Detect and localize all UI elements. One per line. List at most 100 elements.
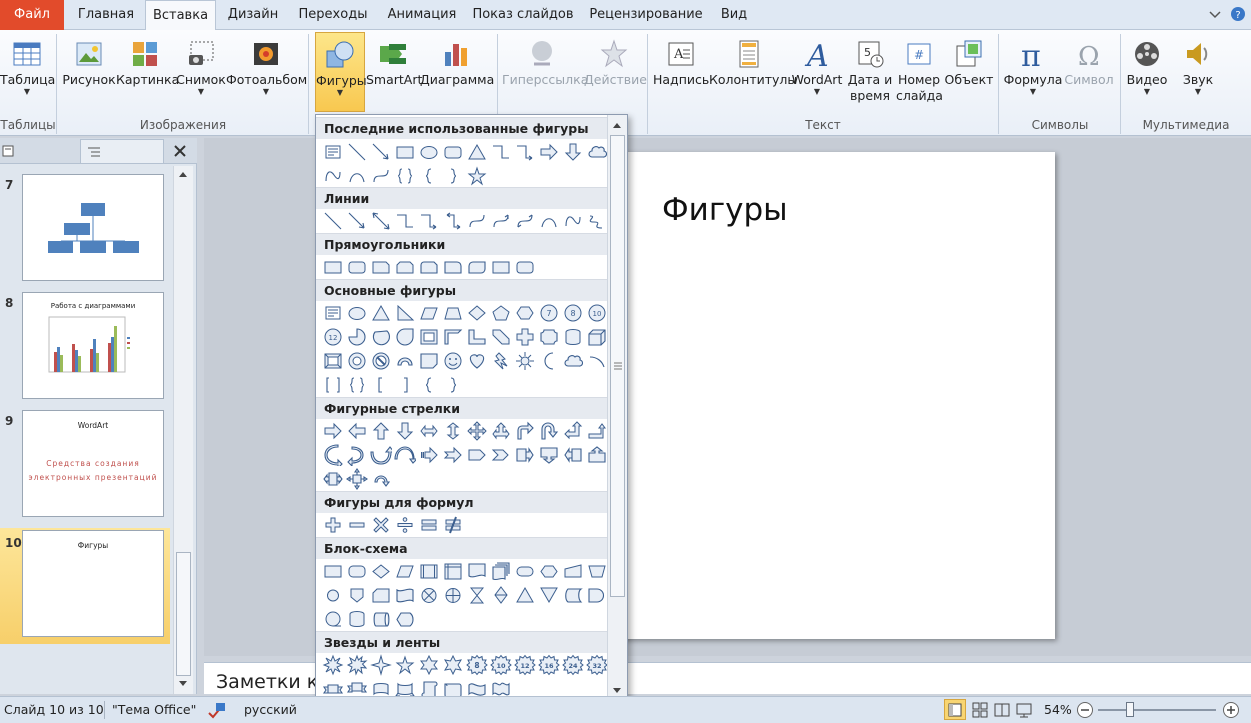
shape-elbow-icon[interactable] (394, 210, 416, 232)
shape-lcall-icon[interactable] (562, 444, 584, 466)
table-button[interactable]: Таблица ▼ (0, 30, 55, 96)
shape-cua-icon[interactable] (370, 444, 396, 466)
shape-halfframe-icon[interactable] (442, 326, 464, 348)
shape-neq-icon[interactable] (442, 514, 464, 536)
close-icon[interactable] (173, 144, 187, 158)
shape-quad-icon[interactable] (466, 420, 488, 442)
shape-cra-icon[interactable] (322, 444, 344, 470)
shape-tri-icon[interactable] (466, 141, 488, 163)
shape-fdata-icon[interactable] (394, 560, 416, 582)
shape-c12-icon[interactable]: 12 (322, 326, 344, 348)
shape-textbox-icon[interactable] (322, 141, 344, 163)
shape-rrect-icon[interactable] (346, 256, 368, 278)
shape-fpre-icon[interactable] (418, 560, 440, 582)
shape-cloud-icon[interactable] (586, 141, 608, 163)
shape-fman-icon[interactable] (562, 560, 584, 582)
shape-dbl-icon[interactable] (370, 210, 392, 232)
slide-sorter-icon[interactable] (972, 702, 988, 718)
date-time-button[interactable]: 5 Дата и время (845, 30, 895, 104)
scrollbar-thumb[interactable] (610, 135, 625, 597)
shape-da-icon[interactable] (394, 420, 416, 442)
shape-div-icon[interactable] (394, 514, 416, 536)
shape-para-icon[interactable] (418, 302, 440, 324)
shape-foff-icon[interactable] (346, 584, 368, 606)
shape-fint-icon[interactable] (442, 560, 464, 582)
scroll-down-icon[interactable] (612, 687, 622, 695)
shape-fterm-icon[interactable] (514, 560, 536, 582)
shape-n10-icon[interactable]: 10 (490, 654, 512, 676)
scrollbar-thumb[interactable] (176, 552, 191, 676)
shape-line1-icon[interactable] (346, 141, 368, 163)
chart-button[interactable]: Диаграмма (420, 30, 494, 88)
shape-fcard-icon[interactable] (370, 584, 392, 606)
shape-can-icon[interactable] (562, 326, 584, 348)
shape-bolt-icon[interactable] (490, 350, 512, 372)
shape-eq-icon[interactable] (418, 514, 440, 536)
shape-frame-icon[interactable] (418, 326, 440, 348)
shape-fold-icon[interactable] (418, 350, 440, 372)
object-button[interactable]: Объект (943, 30, 995, 88)
shape-c10-icon[interactable]: 10 (586, 302, 608, 324)
tab-animation[interactable]: Анимация (378, 0, 466, 30)
shape-lrua-icon[interactable] (490, 420, 512, 442)
formula-button[interactable]: π Формула ▼ (1003, 30, 1063, 96)
shape-elbow-icon[interactable] (490, 141, 512, 163)
reading-view-icon[interactable] (994, 702, 1010, 718)
shape-pie-icon[interactable] (346, 326, 368, 348)
normal-view-button[interactable] (944, 699, 966, 720)
gallery-scrollbar[interactable] (607, 115, 627, 715)
shape-arrow1-icon[interactable] (346, 210, 368, 232)
shape-hex-icon[interactable] (514, 302, 536, 324)
shape-n24-icon[interactable]: 24 (562, 654, 584, 676)
header-footer-button[interactable]: Колонтитулы (709, 30, 797, 88)
current-slide[interactable]: Фигуры (610, 152, 1055, 639)
shape-fsum-icon[interactable] (418, 584, 440, 606)
shape-lshape-icon[interactable] (466, 326, 488, 348)
shape-lbrc-icon[interactable] (418, 165, 440, 187)
shape-free-icon[interactable] (562, 210, 584, 232)
shape-oval-icon[interactable] (346, 302, 368, 324)
shape-cube-icon[interactable] (586, 326, 608, 348)
shape-minus-icon[interactable] (346, 514, 368, 536)
shape-uturn-icon[interactable] (538, 420, 560, 442)
shape-round2-icon[interactable] (466, 256, 488, 278)
slides-scrollbar[interactable] (173, 166, 193, 694)
shape-cla-icon[interactable] (346, 444, 368, 468)
shape-lrcall-icon[interactable] (322, 468, 344, 490)
shape-fcoll-icon[interactable] (466, 584, 488, 606)
video-button[interactable]: Видео ▼ (1124, 30, 1170, 96)
shapes-button[interactable]: Фигуры ▼ (315, 32, 367, 112)
photo-album-button[interactable]: Фотоальбом ▼ (226, 30, 307, 96)
shape-fmdoc-icon[interactable] (490, 560, 512, 582)
shape-pent-icon[interactable] (490, 302, 512, 324)
slides-view-icon[interactable] (2, 145, 14, 157)
shape-n16-icon[interactable]: 16 (538, 654, 560, 676)
shape-brace2-icon[interactable] (346, 374, 368, 396)
tab-review[interactable]: Рецензирование (580, 0, 712, 30)
shape-arc2-icon[interactable] (586, 350, 608, 372)
shape-rect-icon[interactable] (490, 256, 512, 278)
slide-thumbnail-7[interactable] (22, 174, 164, 281)
shape-fdirect-icon[interactable] (370, 608, 392, 630)
shape-exp2-icon[interactable] (346, 654, 368, 676)
shape-heart-icon[interactable] (466, 350, 488, 372)
scroll-down-icon[interactable] (178, 680, 188, 688)
shape-fdoc-icon[interactable] (466, 560, 488, 582)
tab-file[interactable]: Файл (0, 0, 64, 30)
shape-nosym-icon[interactable] (370, 350, 392, 372)
shape-smile-icon[interactable] (442, 350, 464, 372)
shape-rbrc-icon[interactable] (442, 374, 464, 396)
shape-line1-icon[interactable] (322, 210, 344, 232)
slide-thumbnail-9[interactable]: WordArt Средства создания электронных пр… (22, 410, 164, 517)
shape-fmerge-icon[interactable] (538, 584, 560, 606)
shape-scrib-icon[interactable] (586, 210, 608, 232)
shape-star4-icon[interactable] (370, 654, 392, 676)
shape-n32-icon[interactable]: 32 (586, 654, 608, 676)
zoom-slider-thumb[interactable] (1126, 702, 1134, 717)
slideshow-icon[interactable] (1016, 702, 1032, 718)
zoom-slider[interactable] (1098, 709, 1216, 711)
tab-view[interactable]: Вид (714, 0, 754, 30)
shape-arc-icon[interactable] (346, 165, 368, 187)
shape-round1-icon[interactable] (442, 256, 464, 278)
shape-la-icon[interactable] (346, 420, 368, 442)
